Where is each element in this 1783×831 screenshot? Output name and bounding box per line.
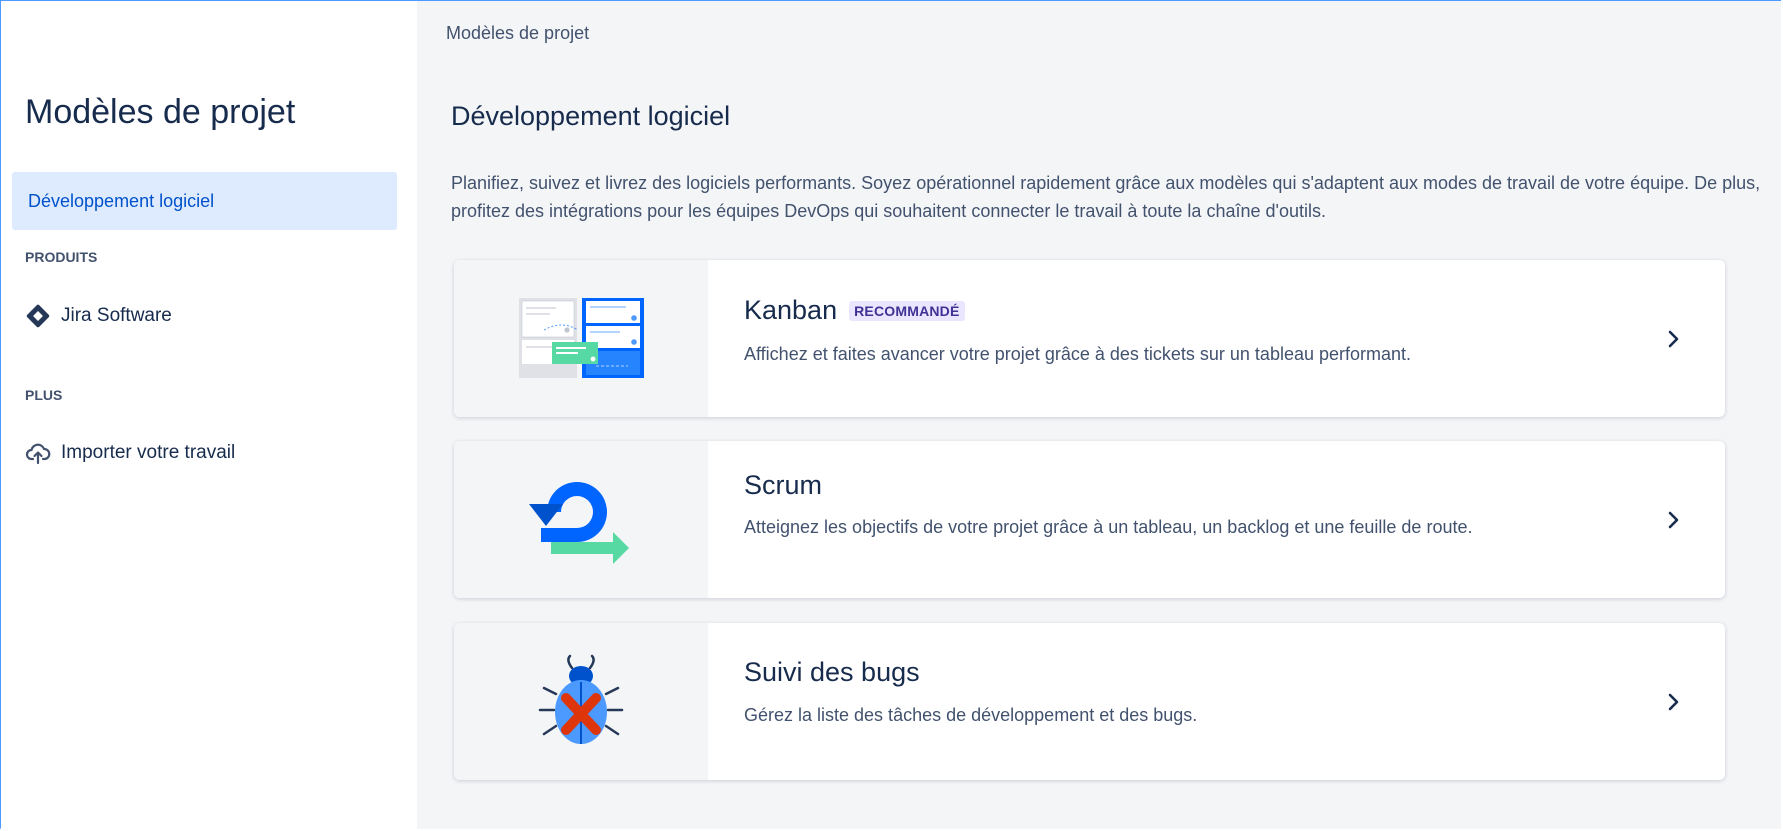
sidebar-item-software-development[interactable]: Développement logiciel: [12, 172, 397, 230]
main-content: Modèles de projet Développement logiciel…: [417, 1, 1781, 829]
sidebar-title: Modèles de projet: [25, 93, 296, 131]
cloud-upload-icon: [25, 440, 51, 466]
template-title: Scrum: [744, 470, 823, 500]
scrum-cycle-illustration: [454, 441, 708, 598]
page-title: Développement logiciel: [451, 101, 731, 131]
template-title: Kanban: [744, 295, 838, 325]
template-card-scrum[interactable]: Scrum Atteignez les objectifs de votre p…: [454, 441, 1725, 598]
kanban-board-illustration: [454, 260, 708, 417]
template-title-row: Scrum: [744, 470, 822, 501]
sidebar: Modèles de projet Développement logiciel…: [1, 1, 417, 829]
chevron-right-icon: [1661, 508, 1685, 532]
sidebar-item-import-work[interactable]: Importer votre travail: [25, 435, 235, 471]
page-description: Planifiez, suivez et livrez des logiciel…: [451, 173, 1761, 221]
template-description: Atteignez les objectifs de votre projet …: [744, 517, 1473, 537]
recommended-badge: RECOMMANDÉ: [849, 300, 965, 321]
template-title-row: Suivi des bugs: [744, 657, 920, 688]
template-description: Gérez la liste des tâches de développeme…: [744, 705, 1198, 725]
section-label-more: PLUS: [25, 387, 63, 403]
sidebar-item-label: Importer votre travail: [61, 442, 236, 463]
template-title: Suivi des bugs: [744, 657, 920, 687]
chevron-right-icon: [1661, 690, 1685, 714]
template-card-bug-tracking[interactable]: Suivi des bugs Gérez la liste des tâches…: [454, 623, 1725, 780]
sidebar-item-label: Jira Software: [61, 305, 172, 326]
template-title-row: Kanban RECOMMANDÉ: [744, 295, 965, 326]
section-label-products: PRODUITS: [25, 249, 98, 265]
jira-software-icon: [25, 303, 51, 329]
template-card-kanban[interactable]: Kanban RECOMMANDÉ Affichez et faites ava…: [454, 260, 1725, 417]
sidebar-item-jira-software[interactable]: Jira Software: [25, 298, 172, 334]
bug-tracking-illustration: [454, 623, 708, 780]
breadcrumb[interactable]: Modèles de projet: [446, 23, 589, 44]
template-description: Affichez et faites avancer votre projet …: [744, 344, 1412, 364]
sidebar-item-label: Développement logiciel: [28, 191, 215, 211]
chevron-right-icon: [1661, 327, 1685, 351]
